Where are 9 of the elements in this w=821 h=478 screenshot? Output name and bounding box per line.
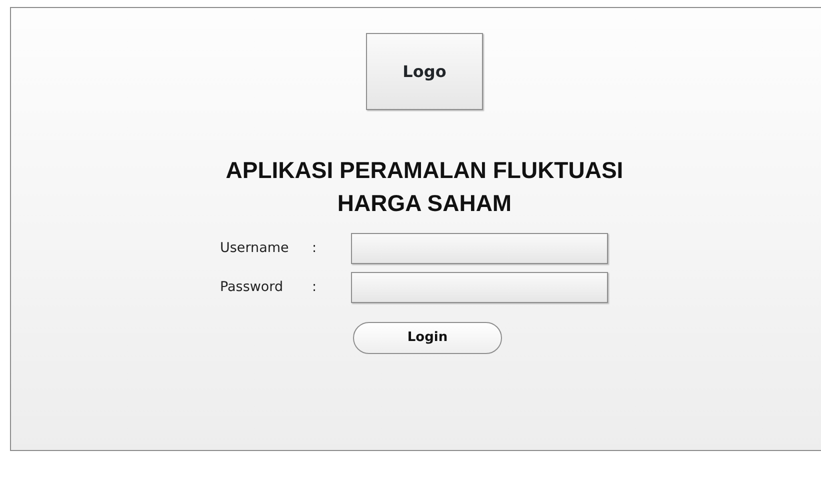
- login-button[interactable]: Login: [353, 322, 502, 354]
- app-title: APLIKASI PERAMALAN FLUKTUASI HARGA SAHAM: [224, 156, 624, 218]
- colon-separator: :: [312, 239, 318, 258]
- username-field[interactable]: [351, 233, 608, 264]
- field-label: Username: [220, 239, 290, 258]
- logo-text: Logo: [402, 60, 446, 82]
- password-field[interactable]: [351, 272, 608, 303]
- field-label: Password: [220, 278, 284, 298]
- colon-separator: :: [312, 278, 318, 298]
